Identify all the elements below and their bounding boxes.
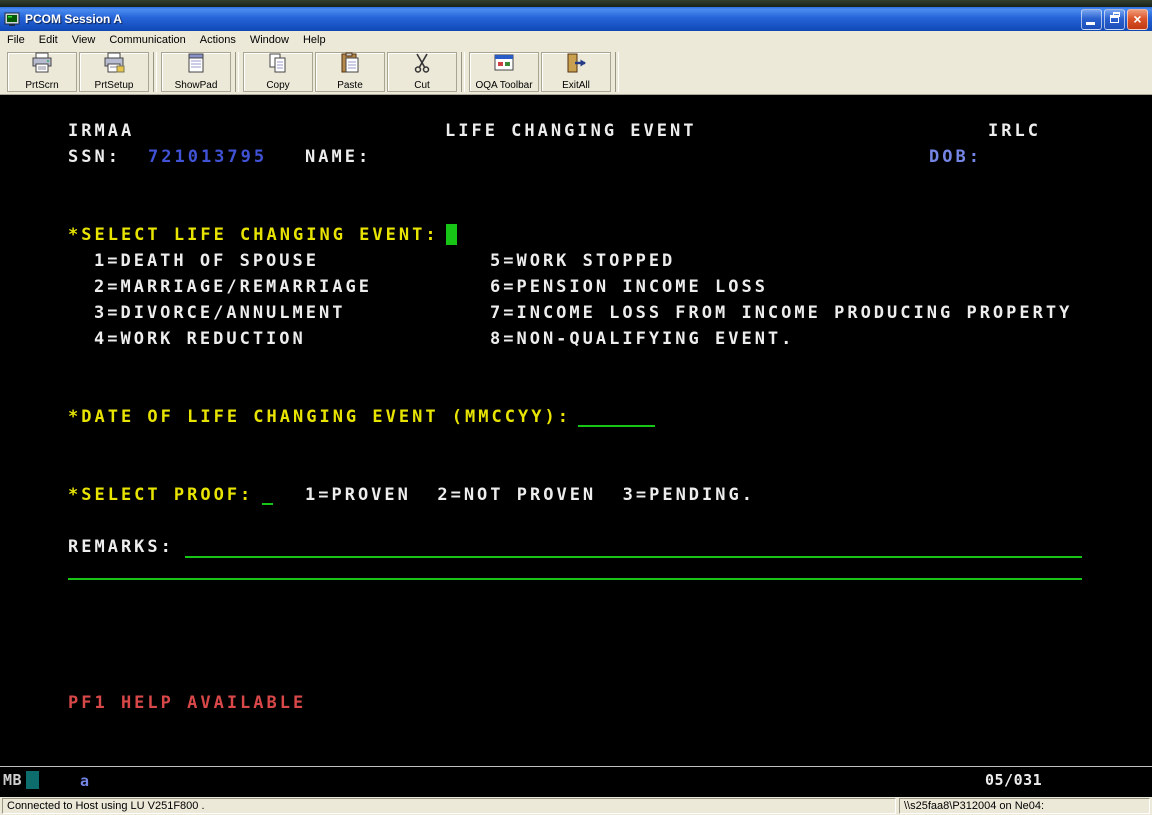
minimize-icon	[1086, 22, 1095, 25]
scissors-icon	[410, 52, 434, 79]
dob-label: DOB:	[929, 147, 982, 168]
event-option-2: 2=MARRIAGE/REMARRIAGE	[94, 277, 372, 298]
pcom-app-icon	[4, 11, 20, 27]
copy-icon	[266, 52, 290, 79]
notepad-icon	[184, 52, 208, 79]
event-option-7: 7=INCOME LOSS FROM INCOME PRODUCING PROP…	[490, 303, 1072, 324]
proof-options: 1=PROVEN 2=NOT PROVEN 3=PENDING.	[305, 485, 755, 506]
paste-label: Paste	[337, 80, 363, 91]
proof-input-field[interactable]	[262, 503, 273, 505]
terminal-screen[interactable]: IRMAA LIFE CHANGING EVENT IRLC SSN: 7210…	[0, 95, 1152, 797]
app-code: IRMAA	[68, 121, 134, 142]
menu-help[interactable]: Help	[296, 32, 333, 48]
status-bar: Connected to Host using LU V251F800 . \\…	[0, 797, 1152, 815]
event-option-4: 4=WORK REDUCTION	[94, 329, 306, 350]
copy-button[interactable]: Copy	[243, 52, 313, 92]
menu-edit[interactable]: Edit	[32, 32, 65, 48]
showpad-button[interactable]: ShowPad	[161, 52, 231, 92]
prtsetup-button[interactable]: PrtSetup	[79, 52, 149, 92]
toolbar-separator	[461, 52, 465, 92]
date-label: *DATE OF LIFE CHANGING EVENT (MMCCYY):	[68, 407, 571, 428]
prtscrn-button[interactable]: PrtScrn	[7, 52, 77, 92]
exitall-label: ExitAll	[562, 80, 590, 91]
menu-actions[interactable]: Actions	[193, 32, 243, 48]
select-event-label: *SELECT LIFE CHANGING EVENT:	[68, 225, 439, 246]
event-option-1: 1=DEATH OF SPOUSE	[94, 251, 319, 272]
desktop-edge	[0, 0, 1152, 7]
screen-title: LIFE CHANGING EVENT	[445, 121, 696, 142]
event-option-6: 6=PENSION INCOME LOSS	[490, 277, 768, 298]
ssn-value: 721013795	[148, 147, 267, 168]
remarks-input-line-2[interactable]	[68, 578, 1082, 580]
exitall-button[interactable]: ExitAll	[541, 52, 611, 92]
showpad-label: ShowPad	[175, 80, 218, 91]
window-title: PCOM Session A	[25, 12, 122, 26]
toolbar-separator	[615, 52, 619, 92]
oqa-toolbar-button[interactable]: OQA Toolbar	[469, 52, 539, 92]
exit-door-icon	[564, 52, 588, 79]
prtsetup-label: PrtSetup	[95, 80, 134, 91]
cut-button[interactable]: Cut	[387, 52, 457, 92]
oia-separator	[0, 766, 1152, 767]
menu-bar: File Edit View Communication Actions Win…	[0, 31, 1152, 49]
restore-icon	[1110, 15, 1119, 23]
cut-label: Cut	[414, 80, 430, 91]
prtscrn-label: PrtScrn	[25, 80, 58, 91]
screen-code: IRLC	[988, 121, 1041, 142]
close-icon: ×	[1133, 12, 1141, 26]
window-titlebar: PCOM Session A ×	[0, 7, 1152, 31]
oia-status: MB	[3, 770, 22, 791]
oia-session-id: a	[80, 771, 90, 792]
help-message: PF1 HELP AVAILABLE	[68, 693, 306, 714]
menu-communication[interactable]: Communication	[102, 32, 192, 48]
name-label: NAME:	[305, 147, 371, 168]
date-input-field[interactable]	[578, 425, 655, 427]
copy-label: Copy	[266, 80, 289, 91]
close-button[interactable]: ×	[1127, 9, 1148, 30]
oia-indicator-block	[26, 771, 39, 789]
printer-setup-icon	[102, 52, 126, 79]
oqa-toolbar-icon	[492, 52, 516, 79]
printer-icon	[30, 52, 54, 79]
menu-window[interactable]: Window	[243, 32, 296, 48]
ssn-label: SSN:	[68, 147, 121, 168]
menu-file[interactable]: File	[0, 32, 32, 48]
remarks-label: REMARKS:	[68, 537, 174, 558]
minimize-button[interactable]	[1081, 9, 1102, 30]
paste-button[interactable]: Paste	[315, 52, 385, 92]
select-event-input-cursor[interactable]	[446, 224, 457, 245]
menu-view[interactable]: View	[65, 32, 103, 48]
oia-cursor-position: 05/031	[985, 770, 1042, 791]
toolbar-separator	[235, 52, 239, 92]
event-option-8: 8=NON-QUALIFYING EVENT.	[490, 329, 794, 350]
toolbar-separator	[153, 52, 157, 92]
event-option-3: 3=DIVORCE/ANNULMENT	[94, 303, 345, 324]
toolbar: PrtScrn PrtSetup ShowPad Copy Paste Cut	[0, 49, 1152, 95]
connection-status: Connected to Host using LU V251F800 .	[2, 798, 896, 814]
event-option-5: 5=WORK STOPPED	[490, 251, 675, 272]
remarks-input-line-1[interactable]	[185, 556, 1082, 558]
host-info: \\s25faa8\P312004 on Ne04:	[899, 798, 1150, 814]
paste-icon	[338, 52, 362, 79]
restore-button[interactable]	[1104, 9, 1125, 30]
proof-label: *SELECT PROOF:	[68, 485, 253, 506]
oqa-toolbar-label: OQA Toolbar	[475, 80, 532, 91]
